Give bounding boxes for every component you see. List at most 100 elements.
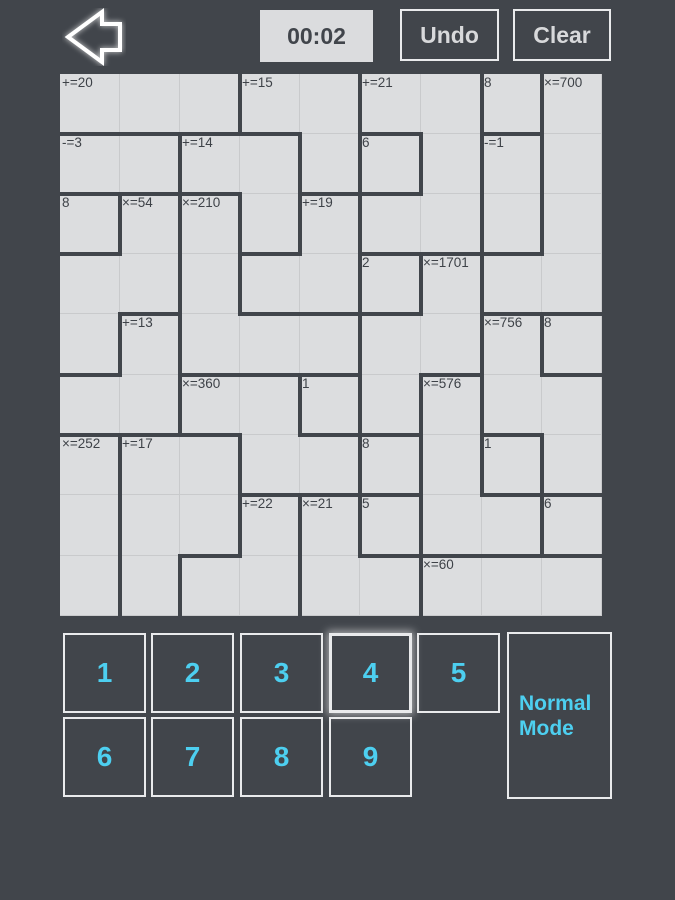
grid-cell[interactable]: ×=210 bbox=[180, 194, 240, 254]
grid-cell[interactable] bbox=[240, 134, 300, 194]
grid-cell[interactable]: +=14 bbox=[180, 134, 240, 194]
grid-cell[interactable] bbox=[120, 556, 180, 616]
grid-cell[interactable] bbox=[180, 435, 240, 495]
number-key-9[interactable]: 9 bbox=[329, 717, 412, 797]
grid-cell[interactable] bbox=[360, 194, 421, 254]
grid-cell[interactable]: ×=54 bbox=[120, 194, 180, 254]
grid-cell[interactable] bbox=[180, 556, 240, 616]
grid-cell[interactable]: ×=700 bbox=[542, 74, 602, 134]
grid-cell[interactable] bbox=[60, 556, 120, 616]
grid-cell[interactable] bbox=[240, 375, 300, 435]
grid-cell[interactable] bbox=[180, 254, 240, 314]
grid-cell[interactable] bbox=[482, 556, 542, 616]
grid-cell[interactable]: 8 bbox=[542, 314, 602, 375]
grid-cell[interactable]: ×=21 bbox=[300, 495, 360, 556]
grid-cell[interactable]: +=19 bbox=[300, 194, 360, 254]
grid-cell[interactable] bbox=[120, 254, 180, 314]
grid-cell[interactable]: +=15 bbox=[240, 74, 300, 134]
grid-cell[interactable]: ×=1701 bbox=[421, 254, 482, 314]
grid-cell[interactable] bbox=[421, 134, 482, 194]
grid-cell[interactable] bbox=[421, 194, 482, 254]
grid-cell[interactable]: +=20 bbox=[60, 74, 120, 134]
grid-cell[interactable] bbox=[300, 254, 360, 314]
grid-cell[interactable] bbox=[60, 254, 120, 314]
back-button[interactable] bbox=[62, 8, 126, 66]
grid-cell[interactable]: 2 bbox=[360, 254, 421, 314]
grid-cell[interactable] bbox=[482, 375, 542, 435]
cage-clue: ×=21 bbox=[302, 496, 333, 511]
number-key-2[interactable]: 2 bbox=[151, 633, 234, 713]
grid-cell[interactable] bbox=[421, 435, 482, 495]
grid-cell[interactable] bbox=[300, 435, 360, 495]
grid-cell[interactable] bbox=[300, 74, 360, 134]
grid-cell[interactable] bbox=[542, 254, 602, 314]
grid-cell[interactable]: 6 bbox=[542, 495, 602, 556]
grid-cell[interactable] bbox=[60, 314, 120, 375]
grid-cell[interactable] bbox=[60, 495, 120, 556]
grid-cell[interactable]: ×=252 bbox=[60, 435, 120, 495]
grid-cell[interactable] bbox=[360, 314, 421, 375]
grid-cell[interactable] bbox=[240, 254, 300, 314]
grid-cell[interactable] bbox=[542, 375, 602, 435]
grid-cell[interactable]: ×=756 bbox=[482, 314, 542, 375]
grid-cell[interactable]: -=1 bbox=[482, 134, 542, 194]
grid-cell[interactable]: ×=60 bbox=[421, 556, 482, 616]
grid-cell[interactable] bbox=[300, 134, 360, 194]
grid-cell[interactable] bbox=[120, 74, 180, 134]
grid-cell[interactable] bbox=[240, 435, 300, 495]
grid-cell[interactable]: 6 bbox=[360, 134, 421, 194]
grid-cell[interactable] bbox=[482, 495, 542, 556]
grid-cell[interactable] bbox=[240, 194, 300, 254]
grid-cell[interactable]: +=21 bbox=[360, 74, 421, 134]
grid-cell[interactable]: 5 bbox=[360, 495, 421, 556]
number-key-8[interactable]: 8 bbox=[240, 717, 323, 797]
grid-cell[interactable]: 8 bbox=[482, 74, 542, 134]
grid-cell[interactable]: +=17 bbox=[120, 435, 180, 495]
number-key-7[interactable]: 7 bbox=[151, 717, 234, 797]
number-key-1[interactable]: 1 bbox=[63, 633, 146, 713]
grid-cell[interactable]: 8 bbox=[60, 194, 120, 254]
cage-border bbox=[178, 132, 242, 136]
cage-border bbox=[540, 312, 604, 316]
grid-cell[interactable]: 1 bbox=[300, 375, 360, 435]
grid-cell[interactable] bbox=[421, 314, 482, 375]
grid-cell[interactable] bbox=[180, 314, 240, 375]
grid-cell[interactable]: +=13 bbox=[120, 314, 180, 375]
cage-border bbox=[480, 192, 484, 256]
number-key-6[interactable]: 6 bbox=[63, 717, 146, 797]
grid-cell[interactable] bbox=[542, 556, 602, 616]
number-key-4[interactable]: 4 bbox=[329, 633, 412, 713]
grid-cell[interactable] bbox=[240, 314, 300, 375]
grid-cell[interactable] bbox=[120, 495, 180, 556]
grid-cell[interactable]: 1 bbox=[482, 435, 542, 495]
grid-cell[interactable] bbox=[542, 134, 602, 194]
grid-cell[interactable] bbox=[482, 254, 542, 314]
number-key-3[interactable]: 3 bbox=[240, 633, 323, 713]
undo-button[interactable]: Undo bbox=[400, 9, 499, 61]
grid-cell[interactable]: ×=360 bbox=[180, 375, 240, 435]
grid-cell[interactable]: -=3 bbox=[60, 134, 120, 194]
grid-cell[interactable] bbox=[360, 556, 421, 616]
grid-cell[interactable] bbox=[120, 375, 180, 435]
grid-cell[interactable] bbox=[300, 314, 360, 375]
cage-border bbox=[540, 493, 544, 558]
grid-cell[interactable] bbox=[542, 435, 602, 495]
cage-border bbox=[358, 433, 362, 497]
grid-cell[interactable]: ×=576 bbox=[421, 375, 482, 435]
grid-cell[interactable] bbox=[180, 74, 240, 134]
grid-cell[interactable] bbox=[120, 134, 180, 194]
grid-cell[interactable] bbox=[180, 495, 240, 556]
grid-cell[interactable] bbox=[542, 194, 602, 254]
grid-cell[interactable] bbox=[360, 375, 421, 435]
grid-cell[interactable] bbox=[300, 556, 360, 616]
grid-cell[interactable] bbox=[482, 194, 542, 254]
grid-cell[interactable] bbox=[421, 74, 482, 134]
grid-cell[interactable] bbox=[60, 375, 120, 435]
mode-toggle-button[interactable]: Normal Mode bbox=[507, 632, 612, 799]
grid-cell[interactable] bbox=[240, 556, 300, 616]
grid-cell[interactable]: +=22 bbox=[240, 495, 300, 556]
grid-cell[interactable] bbox=[421, 495, 482, 556]
clear-button[interactable]: Clear bbox=[513, 9, 611, 61]
grid-cell[interactable]: 8 bbox=[360, 435, 421, 495]
number-key-5[interactable]: 5 bbox=[417, 633, 500, 713]
